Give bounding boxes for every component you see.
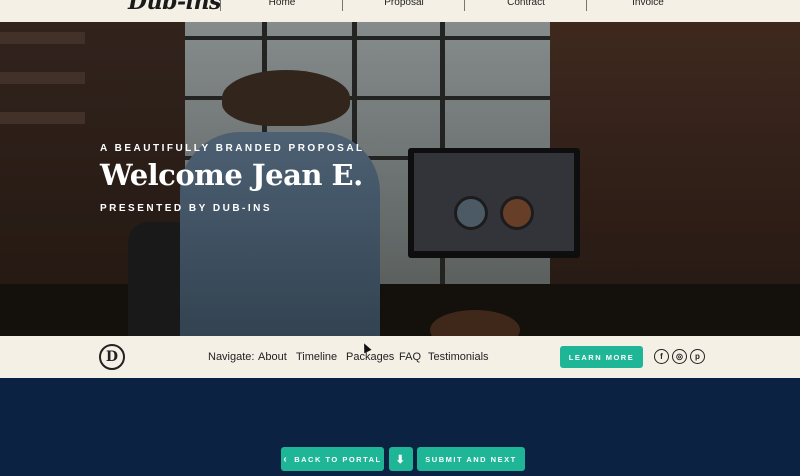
back-to-portal-label: BACK TO PORTAL (294, 454, 382, 464)
chevron-left-icon: ‹ (283, 453, 289, 465)
section-link-faq[interactable]: FAQ (399, 351, 421, 363)
section-link-about[interactable]: About (258, 351, 287, 363)
navigate-label: Navigate: (208, 351, 255, 363)
facebook-icon[interactable]: f (654, 349, 669, 364)
nav-link-contract[interactable]: Contract (466, 0, 586, 8)
brand-logo[interactable]: Dub-ins (128, 0, 221, 15)
hero-eyebrow: A BEAUTIFULLY BRANDED PROPOSAL (100, 143, 365, 154)
nav-link-proposal[interactable]: Proposal (344, 0, 464, 8)
hero-title: Welcome Jean E. (100, 158, 363, 192)
back-to-portal-button[interactable]: ‹ BACK TO PORTAL (281, 447, 384, 471)
hero-presented-by: PRESENTED BY DUB-INS (100, 203, 273, 214)
hero-banner: A BEAUTIFULLY BRANDED PROPOSAL Welcome J… (0, 22, 800, 336)
nav-link-invoice[interactable]: Invoice (588, 0, 708, 8)
instagram-icon[interactable]: ◎ (672, 349, 687, 364)
nav-divider (586, 0, 587, 11)
download-icon: ⬇ (395, 453, 407, 466)
download-button[interactable]: ⬇ (389, 447, 413, 471)
nav-divider (342, 0, 343, 11)
learn-more-button[interactable]: LEARN MORE (560, 346, 643, 368)
section-link-testimonials[interactable]: Testimonials (428, 351, 489, 363)
nav-divider (220, 0, 221, 11)
section-link-packages[interactable]: Packages (346, 351, 394, 363)
top-nav: Dub-ins Home Proposal Contract Invoice (0, 0, 800, 22)
nav-link-home[interactable]: Home (222, 0, 342, 8)
section-link-timeline[interactable]: Timeline (296, 351, 337, 363)
section-nav: D Navigate: About Timeline Packages FAQ … (0, 336, 800, 378)
pinterest-icon[interactable]: p (690, 349, 705, 364)
nav-divider (464, 0, 465, 11)
submit-and-next-button[interactable]: SUBMIT AND NEXT (417, 447, 525, 471)
brand-badge-icon[interactable]: D (99, 344, 125, 370)
